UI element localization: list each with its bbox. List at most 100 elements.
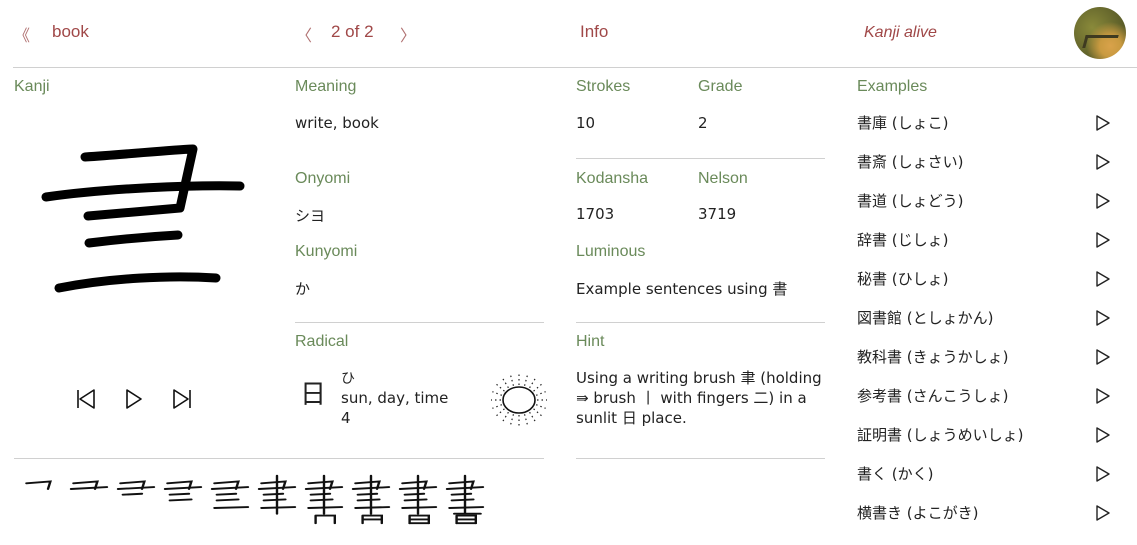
play-audio-icon[interactable] bbox=[1095, 231, 1111, 249]
sun-ray bbox=[495, 408, 505, 417]
examples-label: Examples bbox=[857, 78, 928, 95]
example-item[interactable]: 図書館 (としょかん) bbox=[857, 307, 1117, 329]
divider bbox=[576, 158, 825, 159]
stroke-order-step bbox=[116, 480, 156, 496]
stroke-path bbox=[210, 486, 250, 490]
back-double-chevron-icon[interactable]: 《 bbox=[14, 22, 30, 46]
stroke-path bbox=[215, 492, 238, 496]
skip-forward-icon[interactable] bbox=[171, 388, 193, 410]
stroke-path bbox=[401, 506, 438, 509]
luminous-link[interactable]: Example sentences using 書 bbox=[576, 278, 787, 299]
hint-label: Hint bbox=[576, 333, 605, 350]
back-link[interactable]: book bbox=[52, 22, 89, 42]
sun-ray bbox=[492, 391, 503, 396]
example-item[interactable]: 参考書 (さんこうしょ) bbox=[857, 385, 1117, 407]
example-text: 辞書 (じしょ) bbox=[857, 231, 949, 249]
play-audio-icon[interactable] bbox=[1095, 270, 1111, 288]
stroke-order-step bbox=[445, 474, 485, 525]
play-audio-icon[interactable] bbox=[1095, 153, 1111, 171]
stroke-path bbox=[448, 506, 485, 509]
grade-value: 2 bbox=[698, 114, 708, 132]
nelson-label: Nelson bbox=[698, 170, 748, 187]
radical-character: 日 bbox=[300, 380, 327, 410]
stroke-path bbox=[307, 506, 344, 509]
play-audio-icon[interactable] bbox=[1095, 387, 1111, 405]
hint-text: Using a writing brush 聿 (holding ⇛ brush… bbox=[576, 369, 822, 427]
play-audio-icon[interactable] bbox=[1095, 465, 1111, 483]
example-item[interactable]: 書庫 (しょこ) bbox=[857, 112, 1117, 134]
stroke-path bbox=[354, 506, 391, 509]
stroke-path bbox=[356, 498, 381, 502]
next-chevron-icon[interactable]: 〉 bbox=[400, 22, 416, 46]
example-item[interactable]: 教科書 (きょうかしょ) bbox=[857, 346, 1117, 368]
radical-reading: ひ bbox=[341, 371, 355, 387]
example-text: 秘書 (ひしょ) bbox=[857, 270, 949, 288]
prev-chevron-icon[interactable]: 〈 bbox=[296, 22, 312, 46]
stroke-order-step bbox=[257, 474, 297, 515]
meaning-value: write, book bbox=[295, 114, 379, 132]
stroke-order-step bbox=[25, 480, 52, 490]
example-item[interactable]: 書道 (しょどう) bbox=[857, 190, 1117, 212]
kunyomi-value: か bbox=[295, 280, 311, 298]
stroke-path bbox=[116, 486, 156, 490]
stroke-path bbox=[121, 492, 144, 496]
header-divider bbox=[13, 67, 1137, 68]
stroke-order-step bbox=[210, 480, 250, 509]
example-text: 証明書 (しょうめいしょ) bbox=[857, 426, 1024, 444]
stroke-path bbox=[356, 492, 379, 496]
divider bbox=[14, 458, 544, 459]
avatar[interactable] bbox=[1074, 7, 1126, 59]
example-text: 図書館 (としょかん) bbox=[857, 309, 994, 327]
sun-ray bbox=[502, 377, 509, 389]
example-item[interactable]: 証明書 (しょうめいしょ) bbox=[857, 424, 1117, 446]
example-item[interactable]: 辞書 (じしょ) bbox=[857, 229, 1117, 251]
sun-ray bbox=[509, 414, 515, 426]
sun-ray bbox=[523, 374, 529, 386]
stroke-order-strip bbox=[25, 474, 485, 525]
sun-ray bbox=[492, 404, 503, 409]
kanji-stroke-animation bbox=[41, 144, 245, 293]
sun-ray bbox=[502, 411, 509, 423]
stroke-path bbox=[260, 506, 297, 509]
stroke-path bbox=[168, 498, 193, 502]
play-audio-icon[interactable] bbox=[1095, 426, 1111, 444]
sun-ray bbox=[495, 383, 505, 392]
stroke-path bbox=[25, 480, 52, 490]
kodansha-label: Kodansha bbox=[576, 170, 649, 187]
strokes-label: Strokes bbox=[576, 78, 631, 95]
stroke-order-step bbox=[163, 480, 203, 502]
stroke-path bbox=[262, 492, 285, 496]
onyomi-label: Onyomi bbox=[295, 170, 351, 187]
stroke-path bbox=[262, 498, 287, 502]
play-audio-icon[interactable] bbox=[1095, 309, 1111, 327]
play-icon[interactable] bbox=[123, 388, 145, 410]
kanji-label: Kanji bbox=[14, 78, 50, 95]
play-audio-icon[interactable] bbox=[1095, 504, 1111, 522]
divider bbox=[576, 458, 825, 459]
nelson-value: 3719 bbox=[698, 205, 737, 223]
example-item[interactable]: 横書き (よこがき) bbox=[857, 502, 1117, 524]
stroke-order-step bbox=[304, 474, 344, 525]
example-item[interactable]: 書く (かく) bbox=[857, 463, 1117, 485]
sun-ray bbox=[535, 391, 546, 396]
stroke-path bbox=[309, 498, 334, 502]
play-audio-icon[interactable] bbox=[1095, 192, 1111, 210]
skip-back-icon[interactable] bbox=[75, 388, 97, 410]
info-tab[interactable]: Info bbox=[580, 22, 608, 42]
stroke-path bbox=[84, 230, 183, 248]
sun-ray bbox=[523, 414, 529, 426]
play-audio-icon[interactable] bbox=[1095, 348, 1111, 366]
stroke-path bbox=[54, 272, 221, 293]
stroke-path bbox=[41, 181, 245, 202]
example-text: 書斎 (しょさい) bbox=[857, 153, 964, 171]
sun-ray bbox=[529, 377, 536, 389]
top-bar: 《 book 〈 2 of 2 〉 Info Kanji alive bbox=[0, 0, 1137, 68]
example-item[interactable]: 秘書 (ひしょ) bbox=[857, 268, 1117, 290]
stroke-path bbox=[450, 498, 475, 502]
brand-title[interactable]: Kanji alive bbox=[864, 24, 937, 42]
example-text: 教科書 (きょうかしょ) bbox=[857, 348, 1009, 366]
grade-label: Grade bbox=[698, 78, 743, 95]
example-text: 参考書 (さんこうしょ) bbox=[857, 387, 1009, 405]
example-item[interactable]: 書斎 (しょさい) bbox=[857, 151, 1117, 173]
play-audio-icon[interactable] bbox=[1095, 114, 1111, 132]
